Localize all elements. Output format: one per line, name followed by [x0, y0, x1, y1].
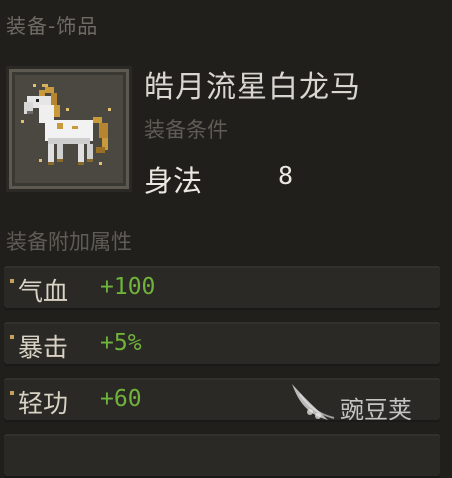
- requirement-label: 装备条件: [144, 118, 228, 142]
- watermark: 豌豆荚: [288, 380, 438, 428]
- bonus-section-title: 装备附加属性: [6, 230, 132, 254]
- watermark-text: 豌豆荚: [340, 396, 412, 424]
- item-icon-frame[interactable]: [6, 66, 132, 192]
- bullet-dot: [10, 279, 14, 283]
- requirement-stat-name: 身法: [144, 164, 203, 198]
- wandoujia-pea-pod-logo: [292, 384, 335, 420]
- attribute-row-hp: 气血 +100: [4, 266, 440, 310]
- attribute-value: +60: [100, 386, 142, 412]
- attribute-row-partial: [4, 434, 440, 478]
- attribute-name: 暴击: [18, 333, 69, 362]
- item-category-label: 装备-饰品: [6, 14, 99, 38]
- bullet-dot: [10, 391, 14, 395]
- attribute-value: +5%: [100, 330, 142, 356]
- attribute-value: +100: [100, 274, 156, 300]
- white-horse-icon: [15, 75, 123, 183]
- attribute-name: 轻功: [18, 389, 69, 418]
- attribute-name: 气血: [18, 277, 69, 306]
- requirement-stat-value: 8: [278, 161, 294, 190]
- item-name: 皓月流星白龙马: [144, 70, 361, 105]
- attribute-row-crit: 暴击 +5%: [4, 322, 440, 366]
- bullet-dot: [10, 335, 14, 339]
